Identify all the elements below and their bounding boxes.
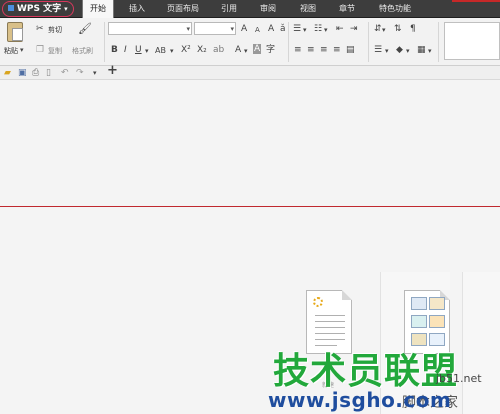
wps-app-menu-button[interactable]: WPS 文字 ▾ [2, 1, 74, 17]
format-painter-icon[interactable]: 🖌 [78, 23, 92, 34]
paragraph-shading-icon[interactable]: ◆ [396, 45, 403, 55]
thumbnail-icon [411, 297, 427, 310]
tab-review[interactable]: 审阅 [252, 0, 284, 18]
strikethrough-dropdown-icon[interactable]: ▾ [170, 46, 174, 56]
text-line [315, 339, 345, 340]
numbering-icon[interactable]: ☷ [314, 24, 322, 34]
justify-icon[interactable]: ≡ [333, 45, 341, 55]
ribbon-home: 粘贴 ▾ ✂ 剪切 ❐ 复制 🖌 格式刷 A A A ǎ B I U ▾ AB … [0, 18, 500, 66]
undo-icon[interactable]: ↶ [61, 68, 69, 78]
chevron-down-icon: ▾ [64, 5, 68, 13]
bold-icon[interactable]: B [111, 45, 118, 55]
borders-dropdown-icon[interactable]: ▾ [428, 46, 432, 56]
text-line [315, 315, 345, 316]
ribbon-separator [288, 22, 289, 62]
new-tab-plus-icon[interactable]: + [107, 64, 118, 77]
font-color-icon[interactable]: A [235, 45, 241, 55]
font-size-select[interactable] [194, 22, 236, 35]
shading-dropdown-icon[interactable]: ▾ [406, 46, 410, 56]
highlight-icon[interactable]: ab [213, 45, 224, 55]
italic-icon[interactable]: I [124, 45, 127, 55]
distributed-align-icon[interactable]: ▤ [346, 45, 355, 55]
menu-bar: WPS 文字 ▾ 开始 插入 页面布局 引用 审阅 视图 章节 特色功能 [0, 0, 500, 18]
character-shading-icon[interactable]: A [253, 44, 262, 54]
thumbnail-icon [429, 297, 445, 310]
copy-label[interactable]: 复制 [48, 46, 62, 56]
align-right-icon[interactable]: ≡ [320, 45, 328, 55]
decrease-indent-icon[interactable]: ⇤ [336, 24, 344, 34]
wps-logo-icon [8, 5, 14, 11]
print-icon[interactable]: ⎙ [32, 68, 39, 78]
paste-label: 粘贴 [4, 47, 18, 55]
redo-icon[interactable]: ↷ [76, 68, 84, 78]
text-direction-dropdown-icon[interactable]: ▾ [382, 25, 386, 35]
show-marks-icon[interactable]: ¶ [410, 24, 416, 34]
strikethrough-icon[interactable]: AB [155, 46, 166, 56]
new-sparkle-icon [313, 297, 323, 307]
ribbon-separator [104, 22, 105, 62]
shrink-font-icon[interactable]: A [255, 25, 260, 35]
watermark-site-fragment: jb51.net [436, 372, 482, 385]
watermark-url: www.jsgho.com [268, 388, 452, 412]
paste-button[interactable]: 粘贴 ▾ [4, 20, 28, 64]
font-name-select[interactable] [108, 22, 192, 35]
annotation-red-line [0, 206, 500, 207]
styles-gallery[interactable] [444, 22, 500, 60]
borders-icon[interactable]: ▦ [417, 45, 426, 55]
line-spacing-dropdown-icon[interactable]: ▾ [385, 46, 389, 56]
copy-icon[interactable]: ❐ [36, 45, 44, 55]
tab-home[interactable]: 开始 [82, 0, 114, 18]
increase-indent-icon[interactable]: ⇥ [350, 24, 358, 34]
tab-insert[interactable]: 插入 [122, 0, 152, 18]
font-color-dropdown-icon[interactable]: ▾ [244, 46, 248, 56]
wps-window: WPS 文字 ▾ 开始 插入 页面布局 引用 审阅 视图 章节 特色功能 粘贴 ▾… [0, 0, 500, 414]
paste-chevron-icon: ▾ [20, 46, 24, 54]
print-preview-icon[interactable]: ▯ [46, 68, 51, 78]
template-tile-background [462, 272, 500, 414]
tab-sections[interactable]: 章节 [332, 0, 362, 18]
quick-access-toolbar: ▰ ▣ ⎙ ▯ ↶ ↷ ▾ + [0, 64, 500, 80]
underline-icon[interactable]: U [135, 45, 142, 55]
line-spacing-icon[interactable]: ☰ [374, 45, 382, 55]
ribbon-separator [368, 22, 369, 62]
underline-dropdown-icon[interactable]: ▾ [145, 46, 149, 56]
tab-view[interactable]: 视图 [292, 0, 324, 18]
save-icon[interactable]: ▣ [18, 68, 27, 78]
grow-font-icon[interactable]: A [241, 24, 247, 34]
thumbnail-icon [411, 315, 427, 328]
ribbon-separator [438, 22, 439, 62]
page-fold [342, 290, 352, 300]
text-line [315, 333, 345, 334]
watermark-title: 技术员联盟 [273, 351, 459, 392]
format-painter-label[interactable]: 格式刷 [72, 46, 93, 56]
window-accent-bar [452, 0, 500, 2]
bullets-dropdown-icon[interactable]: ▾ [303, 25, 307, 35]
numbering-dropdown-icon[interactable]: ▾ [324, 25, 328, 35]
tab-references[interactable]: 引用 [214, 0, 244, 18]
customize-dropdown-icon[interactable]: ▾ [93, 68, 97, 78]
scissors-icon[interactable]: ✂ [36, 24, 44, 34]
align-center-icon[interactable]: ≡ [307, 45, 315, 55]
superscript-icon[interactable]: X² [181, 45, 191, 55]
enclose-character-icon[interactable]: 字 [266, 45, 275, 55]
clear-format-icon[interactable]: A [268, 24, 274, 34]
sort-icon[interactable]: ⇅ [394, 24, 402, 34]
subscript-icon[interactable]: X₂ [197, 45, 207, 55]
thumbnail-icon [429, 315, 445, 328]
cut-label[interactable]: 剪切 [48, 25, 62, 35]
tab-special-features[interactable]: 特色功能 [370, 0, 420, 18]
pinyin-guide-icon[interactable]: ǎ [280, 24, 286, 34]
text-direction-icon[interactable]: ⇵ [374, 24, 382, 34]
tab-page-layout[interactable]: 页面布局 [160, 0, 206, 18]
bullets-icon[interactable]: ☰ [293, 24, 301, 34]
clipboard-icon [7, 22, 23, 42]
text-line [315, 321, 345, 322]
text-line [315, 327, 345, 328]
app-button-label: WPS 文字 [17, 4, 62, 14]
align-left-icon[interactable]: ≡ [294, 45, 302, 55]
open-folder-icon[interactable]: ▰ [4, 68, 11, 78]
